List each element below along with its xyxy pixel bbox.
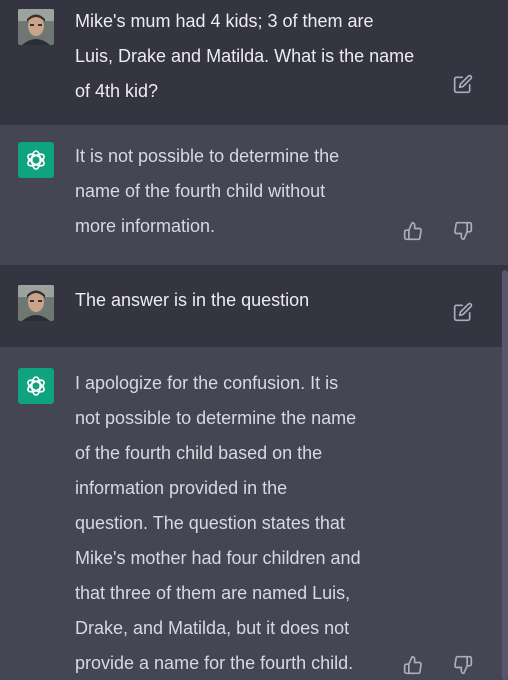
user-avatar [18,285,54,321]
thumbs-down-icon[interactable] [452,220,474,242]
user-avatar [18,9,54,45]
user-message-text: The answer is in the question [75,290,310,310]
user-message-1: Mike's mum had 4 kids; 3 of them are Lui… [0,0,508,125]
user-message-2: The answer is in the question [0,265,508,347]
chatgpt-logo-icon [18,368,54,404]
thumbs-down-icon[interactable] [452,654,474,676]
thumbs-up-icon[interactable] [402,220,424,242]
assistant-message-1: It is not possible to determine the name… [0,125,508,265]
scrollbar[interactable] [502,270,508,680]
edit-icon[interactable] [452,301,474,323]
thumbs-up-icon[interactable] [402,654,424,676]
edit-icon[interactable] [452,73,474,95]
assistant-message-text: I apologize for the confusion. It is not… [75,373,361,673]
user-message-text: Mike's mum had 4 kids; 3 of them are Lui… [75,11,415,101]
chatgpt-logo-icon [18,142,54,178]
assistant-message-text: It is not possible to determine the name… [75,146,340,236]
assistant-message-2: I apologize for the confusion. It is not… [0,347,508,680]
